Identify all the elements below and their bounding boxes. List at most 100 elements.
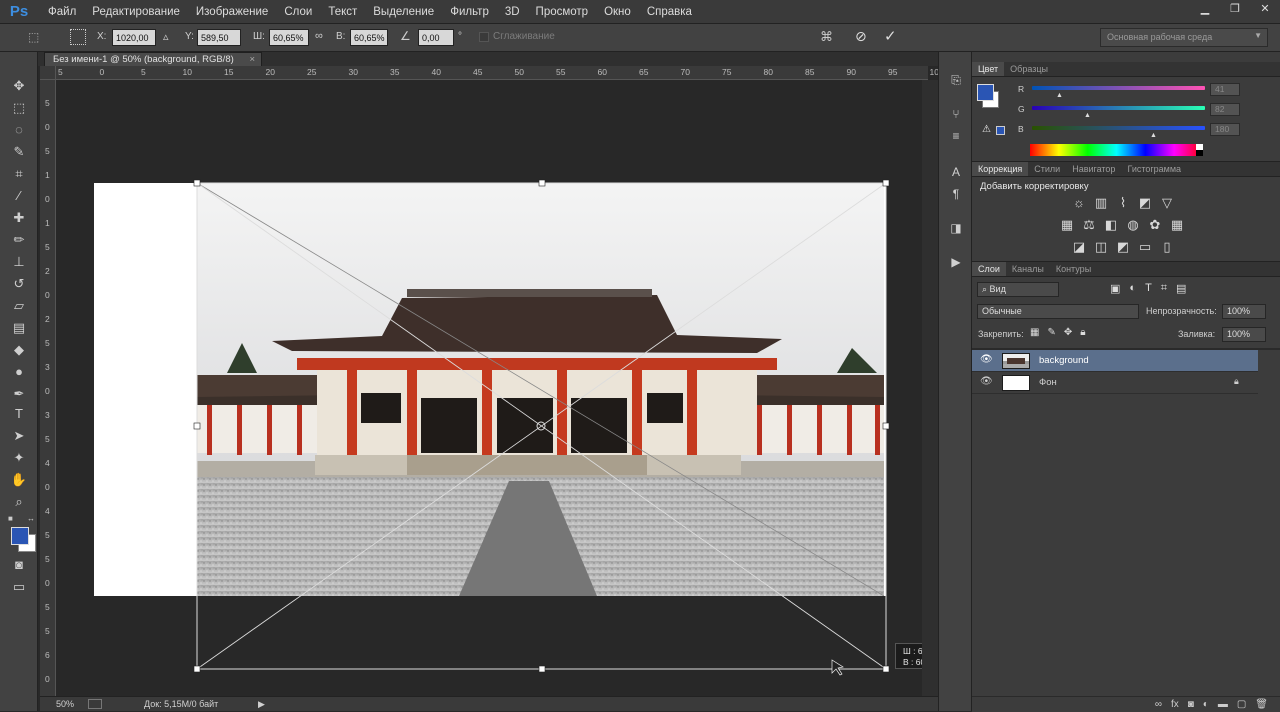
g-slider[interactable] xyxy=(1032,106,1205,110)
layer-name[interactable]: Фон xyxy=(1039,377,1057,388)
layer-name[interactable]: background xyxy=(1039,355,1089,366)
g-slider-thumb[interactable]: ▲ xyxy=(1084,112,1091,119)
b-label: B xyxy=(1018,124,1024,134)
tab-styles[interactable]: Стили xyxy=(1028,162,1066,176)
black-white-icon[interactable]: ◧ xyxy=(1104,218,1118,232)
adjustment-row-3: ◪ ◫ ◩ ▭ ▯ xyxy=(1072,240,1174,254)
tab-histogram[interactable]: Гистограмма xyxy=(1121,162,1187,176)
r-slider-thumb[interactable]: ▲ xyxy=(1056,92,1063,99)
shape-filter-icon[interactable]: ⌗ xyxy=(1161,282,1167,295)
layers-panel: Слои Каналы Контуры ⌕ Вид ▣ ◐ T ⌗ ▤ Обыч… xyxy=(972,261,1280,712)
exposure-icon[interactable]: ◩ xyxy=(1138,196,1152,210)
gamut-warning-icon[interactable]: ⚠ xyxy=(982,124,991,135)
adjustment-filter-icon[interactable]: ◐ xyxy=(1129,282,1136,295)
opacity-field[interactable]: 100% xyxy=(1222,304,1266,319)
lock-icons: ▦ ✎ ✥ 🔒︎ xyxy=(1030,327,1086,338)
tool-preset-icon[interactable]: ≡ xyxy=(948,128,964,144)
color-balance-icon[interactable]: ⚖ xyxy=(1082,218,1096,232)
lock-position-icon[interactable]: ✥ xyxy=(1064,327,1072,338)
vibrance-icon[interactable]: ▽ xyxy=(1160,196,1174,210)
visibility-eye-icon[interactable]: 👁︎ xyxy=(980,376,993,387)
r-value[interactable]: 41 xyxy=(1210,83,1240,96)
color-spectrum-ramp[interactable] xyxy=(1030,144,1203,156)
tab-color[interactable]: Цвет xyxy=(972,62,1005,76)
layer-filter-icons: ▣ ◐ T ⌗ ▤ xyxy=(1110,282,1186,295)
hue-saturation-icon[interactable]: ▦ xyxy=(1060,218,1074,232)
g-value[interactable]: 82 xyxy=(1210,103,1240,116)
opacity-label: Непрозрачность: xyxy=(1146,306,1217,316)
layer-thumbnail xyxy=(1002,375,1030,391)
link-layers-icon[interactable]: ∞ xyxy=(1155,697,1162,712)
layers-panel-tabs: Слои Каналы Контуры xyxy=(972,262,1280,277)
doc-size: Док: 5,15M/0 байт xyxy=(144,699,219,709)
threshold-icon[interactable]: ◩ xyxy=(1116,240,1130,254)
blend-mode-select[interactable]: Обычные xyxy=(977,304,1139,319)
color-fg-swatch[interactable] xyxy=(977,84,994,101)
timeline-play-icon[interactable]: ▶ xyxy=(948,254,964,270)
color-lookup-icon[interactable]: ▦ xyxy=(1170,218,1184,232)
new-group-icon[interactable]: ▬ xyxy=(1218,697,1228,712)
lock-transparency-icon[interactable]: ▦ xyxy=(1030,327,1039,338)
adjustment-row-1: ☼ ▥ ⌇ ◩ ▽ xyxy=(1072,196,1174,210)
color-panel: Цвет Образцы ⚠ R ▲ 41 G ▲ 82 B ▲ 180 xyxy=(972,62,1280,160)
g-label: G xyxy=(1018,104,1025,114)
add-adjustment-title: Добавить корректировку xyxy=(980,181,1089,192)
pixel-filter-icon[interactable]: ▣ xyxy=(1110,282,1120,295)
b-value[interactable]: 180 xyxy=(1210,123,1240,136)
3d-panel-icon[interactable]: ◨ xyxy=(948,220,964,236)
paragraph-panel-icon[interactable]: ¶ xyxy=(948,186,964,202)
brightness-icon[interactable]: ☼ xyxy=(1072,196,1086,210)
lock-label: Закрепить: xyxy=(978,329,1024,339)
layer-lock-icon: 🔒︎ xyxy=(1234,376,1239,386)
type-filter-icon[interactable]: T xyxy=(1145,282,1152,295)
status-menu-arrow[interactable]: ▶ xyxy=(258,699,265,710)
layer-thumbnail xyxy=(1002,353,1030,369)
layer-kind-filter[interactable]: ⌕ Вид xyxy=(977,282,1059,297)
selective-color-icon[interactable]: ▯ xyxy=(1160,240,1174,254)
gradient-map-icon[interactable]: ▭ xyxy=(1138,240,1152,254)
character-panel-icon[interactable]: A xyxy=(948,164,964,180)
channel-mixer-icon[interactable]: ✿ xyxy=(1148,218,1162,232)
tab-paths[interactable]: Контуры xyxy=(1050,262,1097,276)
kind-filter-label: Вид xyxy=(989,284,1006,294)
invert-icon[interactable]: ◪ xyxy=(1072,240,1086,254)
add-mask-icon[interactable]: ◙ xyxy=(1188,697,1194,712)
spectrum-black-chip[interactable] xyxy=(1196,150,1203,156)
curves-icon[interactable]: ⌇ xyxy=(1116,196,1130,210)
posterize-icon[interactable]: ◫ xyxy=(1094,240,1108,254)
status-preview-icon xyxy=(88,699,102,709)
tab-navigator[interactable]: Навигатор xyxy=(1066,162,1121,176)
trash-icon[interactable]: 🗑︎ xyxy=(1255,697,1268,712)
gamut-color-swatch[interactable] xyxy=(996,126,1005,135)
brush-preset-icon[interactable]: ⑂ xyxy=(948,106,964,122)
fill-field[interactable]: 100% xyxy=(1222,327,1266,342)
vertical-scrollbar[interactable] xyxy=(922,80,938,696)
lock-pixels-icon[interactable]: ✎ xyxy=(1047,327,1055,338)
adjustments-panel-tabs: Коррекция Стили Навигатор Гистограмма xyxy=(972,162,1280,177)
r-label: R xyxy=(1018,84,1025,94)
lock-all-icon[interactable]: 🔒︎ xyxy=(1080,327,1085,338)
status-bar: 50% Док: 5,15M/0 байт ▶ xyxy=(40,696,938,711)
adjustments-panel: Коррекция Стили Навигатор Гистограмма До… xyxy=(972,161,1280,259)
layer-row-fon[interactable]: 👁︎ Фон 🔒︎ xyxy=(972,372,1258,394)
r-slider[interactable] xyxy=(1032,86,1205,90)
photo-filter-icon[interactable]: ◍ xyxy=(1126,218,1140,232)
b-slider-thumb[interactable]: ▲ xyxy=(1150,132,1157,139)
new-layer-icon[interactable]: ▢ xyxy=(1237,697,1246,712)
tab-adjustments[interactable]: Коррекция xyxy=(972,162,1029,176)
smart-object-filter-icon[interactable]: ▤ xyxy=(1176,282,1186,295)
right-panels: Цвет Образцы ⚠ R ▲ 41 G ▲ 82 B ▲ 180 Кор… xyxy=(972,52,1280,712)
tab-layers[interactable]: Слои xyxy=(972,262,1006,276)
adjustment-row-2: ▦ ⚖ ◧ ◍ ✿ ▦ xyxy=(1060,218,1184,232)
fill-label: Заливка: xyxy=(1178,329,1216,339)
tab-channels[interactable]: Каналы xyxy=(1006,262,1050,276)
fx-icon[interactable]: fx xyxy=(1171,697,1179,712)
layer-row-background[interactable]: 👁︎ background xyxy=(972,350,1258,372)
zoom-level[interactable]: 50% xyxy=(56,699,74,709)
new-adjustment-icon[interactable]: ◐ xyxy=(1203,697,1209,712)
history-panel-icon[interactable]: ⎘ xyxy=(948,72,964,88)
tab-swatches[interactable]: Образцы xyxy=(1004,62,1054,76)
b-slider[interactable] xyxy=(1032,126,1205,130)
visibility-eye-icon[interactable]: 👁︎ xyxy=(980,354,993,365)
levels-icon[interactable]: ▥ xyxy=(1094,196,1108,210)
